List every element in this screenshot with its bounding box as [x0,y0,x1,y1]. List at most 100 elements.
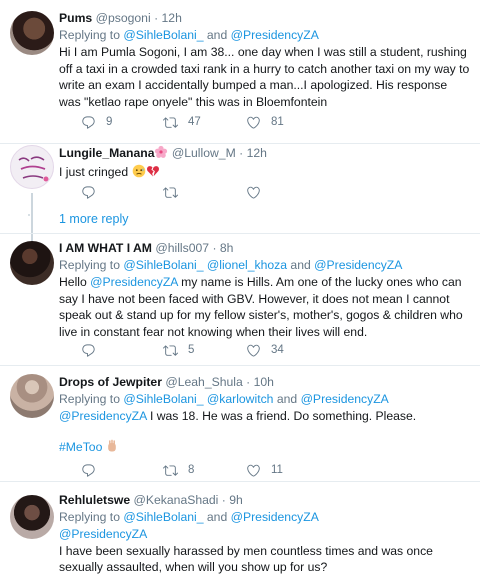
like-icon [246,343,261,358]
mention-link[interactable]: @lionel_khoza [207,258,287,272]
mention-link[interactable]: @karlowitch [207,392,274,406]
tweet-rehluletswe[interactable]: Rehluletswe @KekanaShadi · 9h Replying t… [0,482,480,581]
reply-feed: Pums @psogoni · 12h Replying to @SihleBo… [0,0,480,581]
separator-dot: · [154,11,159,25]
and-label: and [287,258,315,272]
tweet-leah[interactable]: Drops of Jewpiter @Leah_Shula · 10h Repl… [0,366,480,481]
and-label: and [273,392,301,406]
timestamp[interactable]: 12h [162,11,182,25]
tweet-actions: 5 34 [59,341,419,359]
mention-link[interactable]: @PresidencyZA [59,409,147,423]
like-icon [246,115,261,130]
reply-icon [81,463,96,478]
avatar[interactable] [10,145,54,189]
tweet-actions: 8 11 [59,461,419,479]
mention-link[interactable]: @PresidencyZA [90,275,178,289]
separator-dot: · [212,241,217,255]
replying-to-label: Replying to [59,258,124,272]
retweet-icon [163,343,178,358]
more-replies-link[interactable]: 1 more reply [59,212,128,226]
reply-icon [81,115,96,130]
user-handle[interactable]: @hills007 [155,241,209,255]
like-button[interactable] [246,183,261,201]
like-icon [246,185,261,200]
display-name[interactable]: Rehluletswe [59,493,130,507]
user-handle[interactable]: @Leah_Shula [165,375,242,389]
hashtag-link[interactable]: #MeToo [59,440,102,454]
tweet-header: Lungile_Manana @Lullow_M · 12h [59,145,472,164]
reply-button[interactable]: 9 [81,113,112,131]
display-name[interactable]: Pums [59,11,92,25]
mention-link[interactable]: @PresidencyZA [231,510,319,524]
retweet-icon [163,463,178,478]
user-handle[interactable]: @KekanaShadi [134,493,219,507]
replying-to: Replying to @SihleBolani_ and @Presidenc… [59,509,472,526]
separator-dot: · [239,146,244,160]
retweet-button[interactable]: 5 [163,341,194,359]
tweet-header: Drops of Jewpiter @Leah_Shula · 10h [59,374,472,391]
tweet-text: @PresidencyZA I was 18. He was a friend.… [59,408,472,425]
broken-heart-icon [146,164,160,183]
tweet-lungile[interactable]: Lungile_Manana @Lullow_M · 12h I just cr… [0,144,480,245]
replying-to: Replying to @SihleBolani_ and @Presidenc… [59,27,472,44]
retweet-button[interactable]: 47 [163,113,201,131]
retweet-icon [163,185,178,200]
tweet-actions [59,183,419,201]
like-icon [246,463,261,478]
and-label: and [203,28,231,42]
tweet-header: I AM WHAT I AM @hills007 · 8h [59,240,472,257]
disappointed-face-icon [132,164,146,183]
avatar[interactable] [10,374,54,418]
mention-link[interactable]: @PresidencyZA [314,258,402,272]
separator-dot: · [246,375,251,389]
reply-button[interactable] [81,183,96,201]
tweet-text: @PresidencyZA I have been sexually harass… [59,526,472,576]
mention-link[interactable]: @SihleBolani_ [123,510,203,524]
timestamp[interactable]: 9h [229,493,243,507]
tweet-pums[interactable]: Pums @psogoni · 12h Replying to @SihleBo… [0,0,480,143]
like-button[interactable]: 11 [246,461,283,479]
reply-icon [81,185,96,200]
retweet-count: 5 [188,344,195,356]
mention-link[interactable]: @PresidencyZA [301,392,389,406]
replying-to: Replying to @SihleBolani_ @lionel_khoza … [59,257,472,274]
user-handle[interactable]: @Lullow_M [172,146,236,160]
tweet-hills[interactable]: I AM WHAT I AM @hills007 · 8h Replying t… [0,234,480,365]
reply-button[interactable] [81,341,96,359]
avatar[interactable] [10,495,54,539]
retweet-button[interactable] [163,183,178,201]
timestamp[interactable]: 12h [247,146,267,160]
replying-to-label: Replying to [59,28,124,42]
mention-link[interactable]: @SihleBolani_ [123,28,203,42]
retweet-count: 8 [188,464,195,476]
reply-button[interactable] [81,461,96,479]
display-name[interactable]: Drops of Jewpiter [59,375,162,389]
tweet-text-body: I have been sexually harassed by men cou… [59,543,433,575]
and-label: and [203,510,231,524]
avatar[interactable] [10,11,54,55]
avatar[interactable] [10,241,54,285]
like-button[interactable]: 34 [246,341,284,359]
tweet-text: I just cringed [59,164,472,183]
tweet-text-greeting: Hello [59,275,91,289]
tweet-text: Hi I am Pumla Sogoni, I am 38... one day… [59,45,470,109]
replying-to: Replying to @SihleBolani_ @karlowitch an… [59,391,472,408]
timestamp[interactable]: 10h [254,375,274,389]
mention-link[interactable]: @PresidencyZA [59,527,147,541]
mention-link[interactable]: @SihleBolani_ [123,392,203,406]
retweet-count: 47 [188,116,201,128]
mention-link[interactable]: @PresidencyZA [231,28,319,42]
like-button[interactable]: 81 [246,113,284,131]
display-name[interactable]: Lungile_Manana [59,146,154,160]
reply-count: 9 [106,116,113,128]
timestamp[interactable]: 8h [220,241,234,255]
retweet-button[interactable]: 8 [163,461,194,479]
cherry-blossom-icon [154,145,168,164]
mention-link[interactable]: @SihleBolani_ [123,258,203,272]
hand-emoji-icon [106,439,118,458]
user-handle[interactable]: @psogoni [96,11,151,25]
replying-to-label: Replying to [59,510,124,524]
tweet-actions: 9 47 81 [59,113,419,131]
replying-to-label: Replying to [59,392,124,406]
display-name[interactable]: I AM WHAT I AM [59,241,152,255]
